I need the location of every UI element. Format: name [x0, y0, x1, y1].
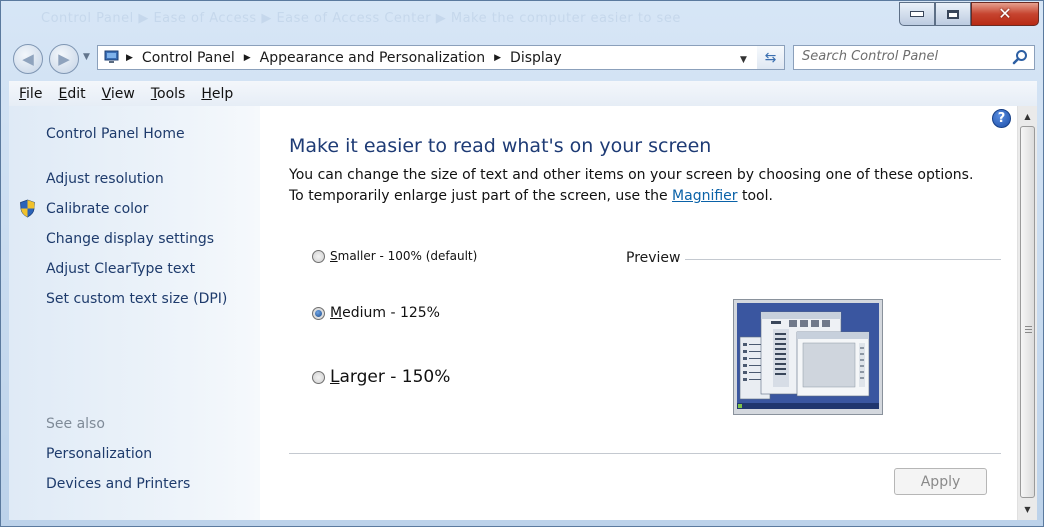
scroll-up-icon[interactable]: ▲	[1018, 108, 1037, 125]
search-box[interactable]	[793, 45, 1035, 70]
breadcrumb-separator-icon[interactable]: ▶	[126, 53, 133, 63]
back-button[interactable]: ◀	[13, 44, 43, 74]
address-dropdown-icon[interactable]: ▼	[740, 55, 747, 65]
page-title: Make it easier to read what's on your sc…	[289, 135, 712, 157]
menu-view[interactable]: View	[102, 86, 135, 102]
sidebar-item-control-panel-home[interactable]: Control Panel Home	[46, 126, 185, 142]
radio-smaller[interactable]	[312, 249, 325, 263]
refresh-button[interactable]: ⇆	[757, 45, 785, 70]
refresh-icon: ⇆	[764, 49, 777, 66]
content-area: Control Panel Home Adjust resolution Cal…	[9, 106, 1037, 520]
preview-label: Preview	[626, 250, 681, 266]
sidebar-item-adjust-resolution[interactable]: Adjust resolution	[46, 171, 164, 187]
option-larger-label: Larger - 150%	[330, 367, 451, 387]
forward-button[interactable]: ▶	[49, 44, 79, 74]
help-icon[interactable]: ?	[992, 109, 1011, 128]
display-preview-image	[733, 299, 883, 415]
breadcrumb-separator-icon[interactable]: ▶	[244, 53, 251, 63]
radio-larger[interactable]	[312, 370, 325, 384]
preview-divider	[685, 259, 1001, 260]
sidebar-item-calibrate-color[interactable]: Calibrate color	[46, 201, 148, 217]
magnifier-link[interactable]: Magnifier	[672, 188, 738, 204]
close-icon: ✕	[998, 4, 1012, 23]
menu-tools[interactable]: Tools	[151, 86, 186, 102]
apply-button[interactable]: Apply	[894, 468, 987, 495]
recent-pages-dropdown[interactable]: ▼	[83, 52, 90, 62]
title-bar[interactable]: Control Panel ▶ Ease of Access ▶ Ease of…	[1, 1, 1043, 35]
breadcrumb-separator-icon[interactable]: ▶	[494, 53, 501, 63]
sidebar-item-personalization[interactable]: Personalization	[46, 446, 152, 462]
search-input[interactable]	[802, 49, 1002, 64]
vertical-scrollbar[interactable]: ▲ ▼	[1017, 106, 1037, 520]
see-also-heading: See also	[46, 416, 105, 432]
option-smaller-label: Smaller - 100% (default)	[330, 249, 478, 263]
menu-bar: File Edit View Tools Help	[9, 81, 1037, 106]
option-larger[interactable]: Larger - 150%	[312, 367, 450, 387]
breadcrumb: ▶ Control Panel ▶ Appearance and Persona…	[126, 46, 562, 69]
option-medium-label: Medium - 125%	[330, 305, 440, 321]
footer-divider	[289, 453, 1001, 454]
maximize-button[interactable]	[935, 2, 971, 26]
uac-shield-icon	[20, 199, 35, 218]
minimize-icon	[910, 11, 924, 17]
control-panel-icon	[104, 50, 119, 63]
task-pane: Control Panel Home Adjust resolution Cal…	[9, 106, 260, 520]
background-window-title: Control Panel ▶ Ease of Access ▶ Ease of…	[41, 11, 681, 26]
address-bar[interactable]: ▶ Control Panel ▶ Appearance and Persona…	[97, 45, 783, 70]
breadcrumb-display[interactable]: Display	[510, 50, 562, 66]
minimize-button[interactable]	[899, 2, 935, 26]
search-icon[interactable]	[1012, 49, 1028, 65]
back-arrow-icon: ◀	[22, 50, 34, 68]
sidebar-item-change-display-settings[interactable]: Change display settings	[46, 231, 214, 247]
option-smaller[interactable]: Smaller - 100% (default)	[312, 249, 477, 263]
grip-icon	[1025, 326, 1032, 335]
menu-help[interactable]: Help	[201, 86, 233, 102]
close-button[interactable]: ✕	[971, 2, 1039, 26]
radio-medium[interactable]	[312, 306, 325, 320]
main-panel: ? Make it easier to read what's on your …	[260, 106, 1017, 520]
option-medium[interactable]: Medium - 125%	[312, 305, 440, 321]
forward-arrow-icon: ▶	[58, 50, 70, 68]
breadcrumb-appearance[interactable]: Appearance and Personalization	[260, 50, 485, 66]
scroll-down-icon[interactable]: ▼	[1018, 501, 1037, 518]
breadcrumb-control-panel[interactable]: Control Panel	[142, 50, 235, 66]
scroll-thumb[interactable]	[1020, 126, 1035, 498]
menu-file[interactable]: File	[19, 86, 42, 102]
sidebar-item-custom-dpi[interactable]: Set custom text size (DPI)	[46, 291, 227, 307]
page-description: You can change the size of text and othe…	[289, 167, 974, 204]
menu-edit[interactable]: Edit	[58, 86, 85, 102]
sidebar-item-adjust-cleartype[interactable]: Adjust ClearType text	[46, 261, 195, 277]
explorer-window: Control Panel ▶ Ease of Access ▶ Ease of…	[0, 0, 1044, 527]
chevron-down-icon: ▼	[83, 52, 90, 62]
maximize-icon	[947, 9, 959, 19]
sidebar-item-devices-printers[interactable]: Devices and Printers	[46, 476, 190, 492]
